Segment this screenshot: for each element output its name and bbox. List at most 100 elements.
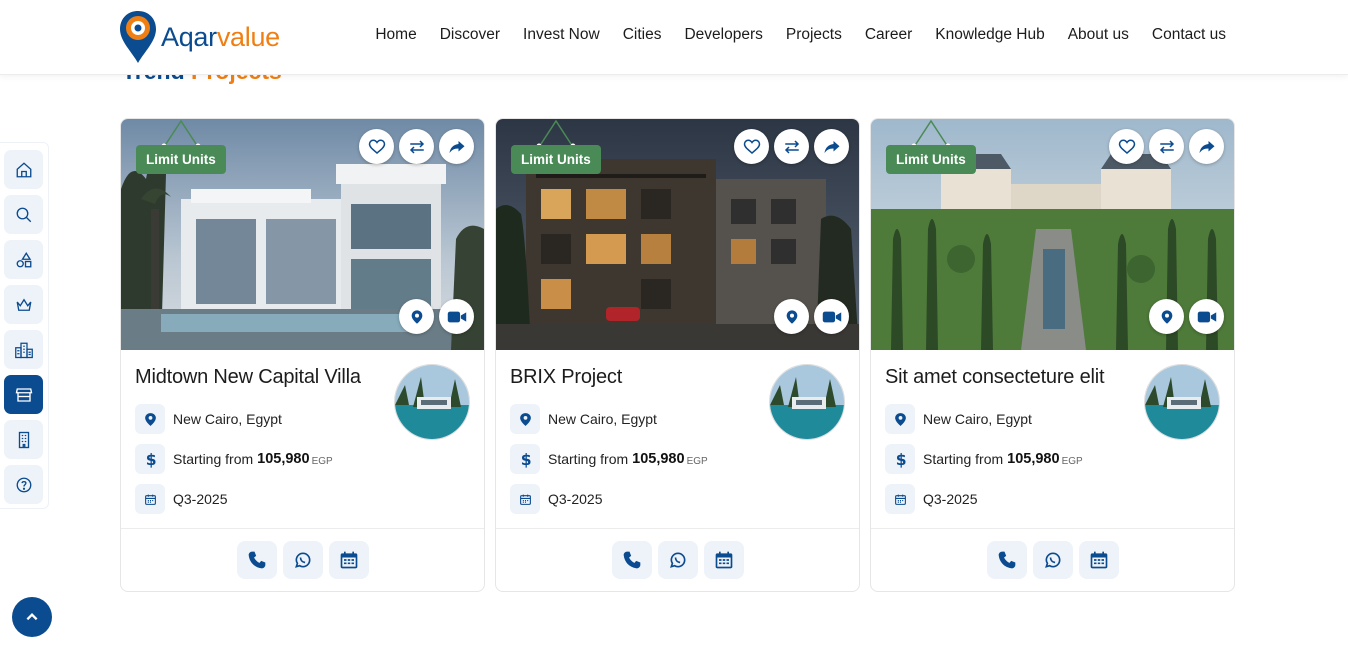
nav-invest-now[interactable]: Invest Now — [523, 26, 600, 44]
developer-avatar[interactable] — [1144, 364, 1220, 440]
card-actions — [871, 528, 1234, 591]
nav-contact-us[interactable]: Contact us — [1152, 26, 1226, 44]
nav-about-us[interactable]: About us — [1068, 26, 1129, 44]
card-actions — [496, 528, 859, 591]
sidebar-categories-button[interactable] — [4, 240, 43, 279]
price-currency: EGP — [311, 455, 333, 467]
location-text: New Cairo, Egypt — [548, 411, 657, 427]
logo-pin-icon — [120, 11, 156, 63]
price-row: $ Starting from 105,980 EGP — [510, 444, 708, 474]
sidebar-developers-button[interactable] — [4, 420, 43, 459]
map-location-button[interactable] — [774, 299, 809, 334]
sidebar-help-button[interactable] — [4, 465, 43, 504]
project-image[interactable]: Limit Units — [121, 119, 484, 350]
developer-logo-image — [1145, 365, 1219, 439]
sidebar-home-button[interactable] — [4, 150, 43, 189]
sidebar-premium-button[interactable] — [4, 285, 43, 324]
developer-avatar[interactable] — [769, 364, 845, 440]
nav-developers[interactable]: Developers — [684, 26, 762, 44]
favorite-button[interactable] — [1109, 129, 1144, 164]
phone-icon — [248, 551, 265, 569]
schedule-button[interactable] — [328, 541, 369, 579]
price-currency: EGP — [686, 455, 708, 467]
map-location-button[interactable] — [399, 299, 434, 334]
share-icon — [449, 140, 464, 153]
shapes-icon — [16, 251, 31, 267]
share-button[interactable] — [814, 129, 849, 164]
badge-hanger: Limit Units — [886, 119, 976, 177]
project-title[interactable]: Sit amet consecteture elit — [885, 366, 1105, 389]
nav-discover[interactable]: Discover — [440, 26, 500, 44]
price-row: $ Starting from 105,980 EGP — [135, 444, 333, 474]
sidebar-store-button[interactable] — [4, 375, 43, 414]
card-body: Midtown New Capital Villa New Cairo, Egy… — [121, 350, 484, 591]
card-body: BRIX Project New Cairo, Egypt $ Starting… — [496, 350, 859, 591]
project-image[interactable]: Limit Units — [496, 119, 859, 350]
call-button[interactable] — [986, 541, 1027, 579]
nav-home[interactable]: Home — [375, 26, 416, 44]
city-icon — [14, 342, 33, 358]
call-button[interactable] — [236, 541, 277, 579]
project-title[interactable]: Midtown New Capital Villa — [135, 366, 361, 389]
calendar-icon — [715, 551, 732, 569]
scroll-to-top-button[interactable] — [12, 597, 52, 637]
price-value: 105,980 — [632, 451, 685, 467]
whatsapp-button[interactable] — [657, 541, 698, 579]
delivery-date: Q3-2025 — [548, 491, 603, 507]
phone-icon — [998, 551, 1015, 569]
dollar-icon: $ — [510, 444, 540, 474]
location-text: New Cairo, Egypt — [923, 411, 1032, 427]
whatsapp-icon — [669, 552, 686, 568]
project-card[interactable]: Limit Units Sit amet consecteture elit N… — [870, 118, 1235, 592]
favorite-button[interactable] — [734, 129, 769, 164]
project-image[interactable]: Limit Units — [871, 119, 1234, 350]
map-pin-icon — [786, 309, 797, 324]
main-nav: Home Discover Invest Now Cities Develope… — [375, 26, 1226, 44]
location-pin-icon — [885, 404, 915, 434]
video-tour-button[interactable] — [439, 299, 474, 334]
video-camera-icon — [822, 311, 841, 322]
nav-cities[interactable]: Cities — [623, 26, 662, 44]
svg-text:$: $ — [896, 451, 906, 468]
compare-button[interactable] — [399, 129, 434, 164]
whatsapp-button[interactable] — [282, 541, 323, 579]
project-card[interactable]: Limit Units Midtown New Capital Villa Ne… — [120, 118, 485, 592]
developer-avatar[interactable] — [394, 364, 470, 440]
video-tour-button[interactable] — [814, 299, 849, 334]
delivery-row: Q3-2025 — [885, 484, 977, 514]
nav-knowledge-hub[interactable]: Knowledge Hub — [935, 26, 1044, 44]
compare-button[interactable] — [774, 129, 809, 164]
share-button[interactable] — [1189, 129, 1224, 164]
call-button[interactable] — [611, 541, 652, 579]
svg-text:$: $ — [521, 451, 531, 468]
project-card[interactable]: Limit Units BRIX Project New Cairo, Egyp… — [495, 118, 860, 592]
chevron-up-icon — [26, 613, 38, 621]
share-button[interactable] — [439, 129, 474, 164]
developer-logo-image — [770, 365, 844, 439]
video-camera-icon — [447, 311, 466, 322]
favorite-button[interactable] — [359, 129, 394, 164]
video-tour-button[interactable] — [1189, 299, 1224, 334]
limit-units-badge: Limit Units — [511, 145, 601, 174]
compare-arrows-icon — [409, 139, 424, 154]
limit-units-badge: Limit Units — [886, 145, 976, 174]
compare-button[interactable] — [1149, 129, 1184, 164]
schedule-button[interactable] — [1078, 541, 1119, 579]
limit-units-badge: Limit Units — [136, 145, 226, 174]
whatsapp-button[interactable] — [1032, 541, 1073, 579]
project-title[interactable]: BRIX Project — [510, 366, 622, 389]
nav-projects[interactable]: Projects — [786, 26, 842, 44]
nav-career[interactable]: Career — [865, 26, 912, 44]
schedule-button[interactable] — [703, 541, 744, 579]
location-pin-icon — [135, 404, 165, 434]
map-location-button[interactable] — [1149, 299, 1184, 334]
quick-sidebar — [0, 142, 49, 509]
heart-icon — [1118, 138, 1135, 154]
whatsapp-icon — [1044, 552, 1061, 568]
price-prefix: Starting from — [548, 451, 629, 467]
logo[interactable]: Aqarvalue — [119, 9, 280, 65]
location-row: New Cairo, Egypt — [135, 404, 282, 434]
price-prefix: Starting from — [923, 451, 1004, 467]
sidebar-search-button[interactable] — [4, 195, 43, 234]
sidebar-cities-button[interactable] — [4, 330, 43, 369]
